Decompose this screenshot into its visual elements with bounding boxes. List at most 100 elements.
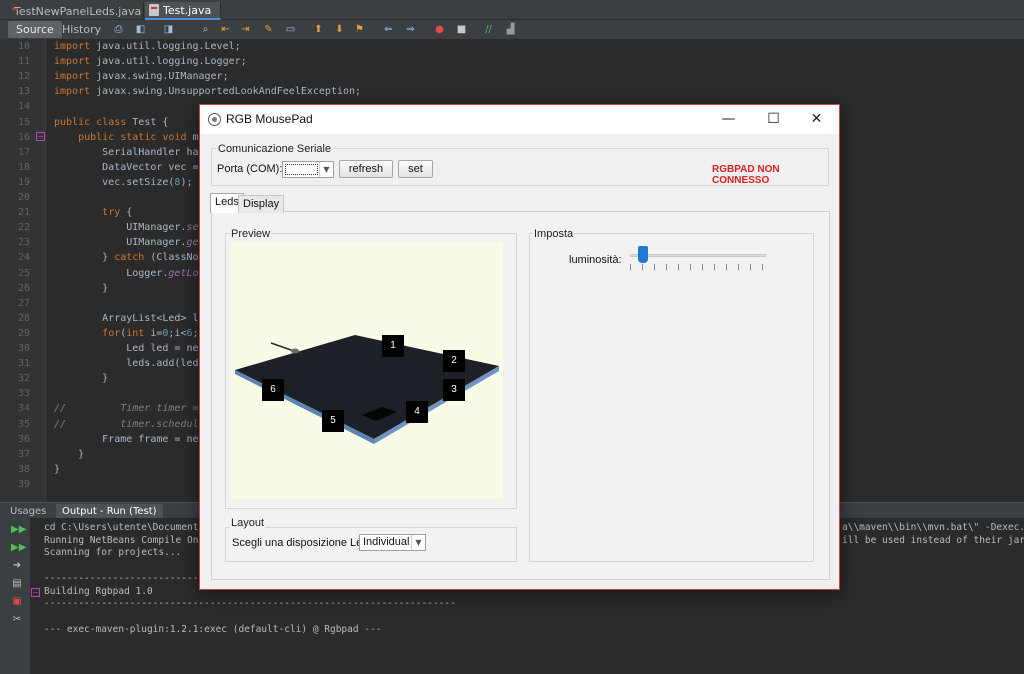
shift-right-icon[interactable]: ⇒ bbox=[404, 23, 417, 36]
slider-tick bbox=[750, 264, 751, 270]
code-line: vec.setSize(8); bbox=[54, 176, 193, 188]
slider-tick bbox=[654, 264, 655, 270]
toggle-highlight-icon[interactable]: ✎ bbox=[262, 23, 275, 36]
line-number: 18 bbox=[17, 161, 30, 173]
led-4[interactable]: 4 bbox=[406, 401, 428, 423]
code-line: try { bbox=[102, 207, 133, 219]
port-label: Porta (COM): bbox=[217, 163, 283, 175]
brightness-label: luminosità: bbox=[569, 254, 622, 266]
last-edit-icon[interactable]: ⎙ bbox=[112, 23, 125, 36]
tab-output-run[interactable]: Output - Run (Test) bbox=[56, 504, 163, 519]
code-line: // timer.schedule bbox=[54, 418, 205, 430]
line-number: 21 bbox=[17, 207, 30, 219]
forward-arrow-icon[interactable]: ➜ bbox=[11, 560, 23, 572]
stop-icon[interactable]: ▣ bbox=[11, 596, 23, 608]
find-prev-icon[interactable]: ⇤ bbox=[219, 23, 232, 36]
shift-left-icon[interactable]: ⇐ bbox=[382, 23, 395, 36]
editor-tab-testnewpanelleds[interactable]: TestNewPanelLeds.java ✕ bbox=[6, 2, 155, 20]
led-1[interactable]: 1 bbox=[382, 335, 404, 357]
line-number: 28 bbox=[17, 312, 30, 324]
slider-tick bbox=[690, 264, 691, 270]
tab-usages[interactable]: Usages bbox=[4, 504, 52, 519]
code-line: import java.util.logging.Logger; bbox=[54, 56, 247, 68]
rgb-mousepad-window: RGB MousePad — ☐ ✕ Comunicazione Seriale… bbox=[199, 104, 840, 590]
brightness-slider-track[interactable] bbox=[630, 254, 766, 257]
code-line: Frame frame = ne bbox=[54, 433, 199, 445]
output-fold-icon[interactable]: − bbox=[31, 588, 40, 597]
line-number: 37 bbox=[17, 448, 30, 460]
code-line: public class Test { bbox=[54, 116, 169, 128]
slider-tick bbox=[702, 264, 703, 270]
minimize-icon[interactable]: — bbox=[706, 105, 751, 134]
line-number: 34 bbox=[17, 403, 30, 415]
forward-icon[interactable]: ◨ bbox=[162, 23, 175, 36]
led-5[interactable]: 5 bbox=[322, 410, 344, 432]
slider-tick bbox=[726, 264, 727, 270]
layout-select[interactable]: Individual ▼ bbox=[359, 534, 426, 551]
line-number: 20 bbox=[17, 192, 30, 203]
uncomment-icon[interactable]: ▟ bbox=[504, 23, 517, 36]
line-number: 27 bbox=[17, 297, 30, 309]
start-macro-icon[interactable]: ● bbox=[433, 23, 446, 36]
line-number: 36 bbox=[17, 433, 30, 445]
toggle-bookmark-icon[interactable]: ⚑ bbox=[353, 23, 366, 36]
editor-tab-bar: TestNewPanelLeds.java ✕ Test.java bbox=[0, 0, 1024, 20]
set-button[interactable]: set bbox=[398, 160, 433, 178]
window-title: RGB MousePad bbox=[226, 112, 313, 126]
output-line: Scanning for projects... bbox=[44, 547, 182, 559]
output-side-toolbar: ▶▶ ▶▶ ➜ ▤ ▣ ✂ bbox=[0, 518, 30, 674]
tab-display[interactable]: Display bbox=[238, 195, 285, 213]
line-number: 29 bbox=[17, 327, 30, 339]
line-number: 17 bbox=[17, 146, 30, 158]
find-icon[interactable]: ⌕ bbox=[199, 23, 212, 36]
settings-group bbox=[529, 233, 814, 562]
led-2[interactable]: 2 bbox=[443, 350, 465, 372]
code-line: } catch (ClassNo bbox=[54, 252, 199, 264]
line-number: 30 bbox=[17, 343, 30, 354]
led-6[interactable]: 6 bbox=[262, 379, 284, 401]
maximize-icon[interactable]: ☐ bbox=[751, 105, 796, 134]
back-icon[interactable]: ◧ bbox=[134, 23, 147, 36]
line-number: 15 bbox=[17, 116, 30, 128]
toggle-select-icon[interactable]: ▭ bbox=[284, 23, 297, 36]
fold-toggle-icon[interactable]: − bbox=[36, 132, 45, 141]
code-line: public static void m bbox=[78, 131, 199, 143]
preview-group-label: Preview bbox=[230, 228, 272, 240]
comment-icon[interactable]: // bbox=[482, 23, 495, 36]
close-icon[interactable]: ✕ bbox=[794, 105, 839, 134]
slider-tick bbox=[630, 264, 631, 270]
line-number: 35 bbox=[17, 418, 30, 430]
find-next-icon[interactable]: ⇥ bbox=[239, 23, 252, 36]
window-titlebar[interactable]: RGB MousePad — ☐ ✕ bbox=[200, 105, 839, 134]
output-line: Building Rgbpad 1.0 bbox=[44, 585, 153, 597]
settings-icon[interactable]: ✂ bbox=[11, 614, 23, 626]
code-line: import java.util.logging.Level; bbox=[54, 41, 241, 52]
line-number: 10 bbox=[17, 41, 30, 52]
editor-tab-test[interactable]: Test.java bbox=[145, 2, 221, 20]
led-3[interactable]: 3 bbox=[443, 379, 465, 401]
line-number: 38 bbox=[17, 463, 30, 475]
code-line: // Timer timer = bbox=[54, 403, 199, 415]
line-number: 19 bbox=[17, 176, 30, 188]
stop-build-icon[interactable]: ▤ bbox=[11, 578, 23, 590]
line-number: 22 bbox=[17, 222, 30, 234]
rerun-with-options-icon[interactable]: ▶▶ bbox=[11, 542, 26, 554]
brightness-slider-thumb[interactable] bbox=[638, 246, 649, 263]
output-line-continued: a\\maven\\bin\\mvn.bat\" -Dexec.arg bbox=[842, 522, 1024, 533]
line-number: 25 bbox=[17, 267, 30, 279]
rerun-icon[interactable]: ▶▶ bbox=[11, 524, 26, 536]
prev-bookmark-icon[interactable]: ⬆ bbox=[312, 23, 325, 36]
port-select[interactable]: ▼ bbox=[282, 161, 334, 178]
stop-macro-icon[interactable]: ■ bbox=[455, 23, 468, 36]
line-number: 31 bbox=[17, 358, 30, 370]
code-line: import javax.swing.UnsupportedLookAndFee… bbox=[54, 86, 362, 98]
history-button[interactable]: History bbox=[54, 21, 109, 38]
code-line: UIManager.se bbox=[54, 222, 199, 234]
connection-status: RGBPAD NON CONNESSO bbox=[712, 164, 780, 186]
code-line: Led led = ne bbox=[54, 343, 199, 354]
refresh-button[interactable]: refresh bbox=[339, 160, 393, 178]
output-line: cd C:\Users\utente\Documents\N bbox=[44, 522, 216, 533]
chevron-down-icon: ▼ bbox=[319, 162, 333, 177]
layout-select-value: Individual bbox=[363, 536, 410, 548]
next-bookmark-icon[interactable]: ⬇ bbox=[333, 23, 346, 36]
